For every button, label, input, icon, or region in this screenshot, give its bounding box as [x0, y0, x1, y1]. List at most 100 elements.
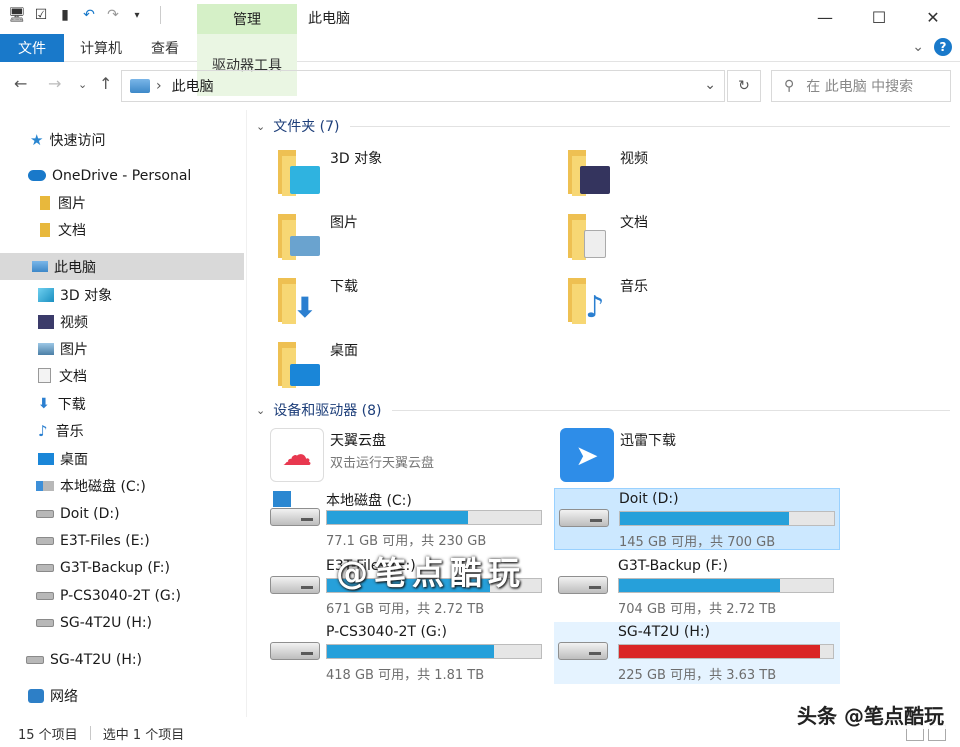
app-xunlei[interactable]: ➤ 迅雷下载 [540, 426, 820, 486]
toolbar-divider [160, 6, 161, 24]
sidebar-item-label: 图片 [58, 195, 86, 212]
drive-c[interactable]: 本地磁盘 (C:) 77.1 GB 可用，共 230 GB [250, 488, 542, 550]
breadcrumb-this-pc[interactable]: 此电脑 [172, 76, 214, 96]
help-icon[interactable]: ? [934, 38, 952, 56]
sidebar-item-network[interactable]: 网络 [28, 682, 272, 709]
sidebar-item-onedrive-pictures[interactable]: 图片 [40, 189, 284, 216]
sidebar-item-label: SG-4T2U (H:) [60, 614, 153, 631]
folder-music[interactable]: ♪ 音乐 [540, 274, 810, 334]
music-icon: ♪ [38, 421, 48, 440]
collapse-chevron-icon[interactable]: ⌄ [256, 404, 265, 417]
watermark-text: @笔点酷玩 [336, 554, 527, 592]
navigation-pane: ★ 快速访问 OneDrive - Personal 图片 文档 此电脑 3D 对… [0, 110, 246, 717]
group-divider [391, 409, 950, 411]
folder-name: 下载 [330, 279, 358, 295]
customize-toolbar-icon[interactable]: ▾ [128, 6, 146, 24]
redo-icon[interactable]: ↷ [104, 6, 122, 24]
drive-usage-fill [619, 579, 780, 592]
system-drive-icon [270, 491, 320, 526]
folder-documents[interactable]: 文档 [540, 210, 810, 270]
sidebar-item-label: 快速访问 [49, 132, 106, 149]
search-icon: ⚲ [784, 78, 795, 94]
folder-icon [40, 222, 50, 237]
drive-icon [559, 509, 609, 527]
sidebar-item-label: G3T-Backup (F:) [60, 559, 170, 576]
sidebar-item-drive-f[interactable]: G3T-Backup (F:) [36, 554, 280, 581]
search-input[interactable]: ⚲ 在 此电脑 中搜索 [771, 70, 951, 102]
up-arrow-icon[interactable]: ↑ [99, 74, 112, 93]
undo-icon[interactable]: ↶ [80, 6, 98, 24]
drive-free-space: 418 GB 可用，共 1.81 TB [326, 668, 485, 683]
tab-manage[interactable]: 管理 [197, 4, 297, 34]
app-name: 迅雷下载 [620, 433, 676, 449]
collapse-chevron-icon[interactable]: ⌄ [256, 120, 265, 133]
drive-name: 本地磁盘 (C:) [326, 493, 412, 509]
drive-d[interactable]: Doit (D:) 145 GB 可用，共 700 GB [554, 488, 840, 550]
maximize-button[interactable]: ☐ [852, 0, 906, 34]
drive-g[interactable]: P-CS3040-2T (G:) 418 GB 可用，共 1.81 TB [250, 622, 542, 684]
sidebar-item-label: P-CS3040-2T (G:) [60, 587, 181, 604]
drive-usage-bar [326, 644, 542, 659]
expand-ribbon-icon[interactable]: ⌄ [912, 39, 924, 55]
sidebar-item-onedrive[interactable]: OneDrive - Personal [28, 162, 272, 189]
sidebar-item-drive-h[interactable]: SG-4T2U (H:) [36, 609, 280, 636]
drive-f[interactable]: G3T-Backup (F:) 704 GB 可用，共 2.72 TB [554, 556, 840, 618]
sidebar-item-this-pc[interactable]: 此电脑 [0, 253, 244, 280]
sidebar-item-label: 文档 [58, 222, 86, 239]
drive-icon [558, 576, 608, 594]
address-dropdown-icon[interactable]: ⌄ [704, 77, 716, 93]
folder-3d-objects[interactable]: 3D 对象 [250, 146, 520, 206]
pictures-icon [278, 214, 322, 260]
breadcrumb-chevron-icon[interactable]: › [156, 78, 162, 94]
computer-icon[interactable]: 🖥 [8, 6, 26, 24]
drive-h[interactable]: SG-4T2U (H:) 225 GB 可用，共 3.63 TB [554, 622, 840, 684]
sidebar-item-label: Doit (D:) [60, 505, 120, 522]
group-header-devices[interactable]: ⌄ 设备和驱动器 (8) [256, 400, 950, 420]
status-divider [89, 726, 91, 740]
group-header-folders[interactable]: ⌄ 文件夹 (7) [256, 116, 950, 136]
tab-file[interactable]: 文件 [0, 34, 64, 62]
refresh-button[interactable]: ↻ [727, 70, 761, 102]
sidebar-item-label: 下载 [57, 396, 86, 413]
tab-view[interactable]: 查看 [140, 34, 190, 62]
group-title: 设备和驱动器 (8) [273, 403, 382, 419]
folder-name: 桌面 [330, 343, 358, 359]
sidebar-item-label: 图片 [60, 341, 88, 358]
drive-name: Doit (D:) [619, 491, 679, 507]
sidebar-item-label: 此电脑 [54, 259, 96, 276]
sidebar-item-drive-e[interactable]: E3T-Files (E:) [36, 527, 280, 554]
folder-pictures[interactable]: 图片 [250, 210, 520, 270]
back-arrow-icon[interactable]: ← [14, 74, 27, 93]
properties-icon[interactable]: ☑ [32, 6, 50, 24]
sidebar-item-drive-c[interactable]: 本地磁盘 (C:) [36, 472, 280, 499]
sidebar-item-external-drive-h[interactable]: SG-4T2U (H:) [26, 646, 270, 673]
sidebar-item-onedrive-documents[interactable]: 文档 [40, 216, 284, 243]
recent-locations-icon[interactable]: ⌄ [78, 78, 87, 91]
pane-divider[interactable] [246, 110, 247, 717]
close-button[interactable]: ✕ [906, 0, 960, 34]
address-bar[interactable]: › 此电脑 ⌄ [121, 70, 725, 102]
drive-usage-fill [620, 512, 790, 525]
sidebar-item-label: OneDrive - Personal [52, 167, 192, 184]
sidebar-item-drive-d[interactable]: Doit (D:) [36, 500, 280, 527]
sidebar-item-label: 本地磁盘 (C:) [60, 478, 146, 495]
folder-downloads[interactable]: ⬇ 下载 [250, 274, 520, 334]
folder-icon [40, 195, 50, 210]
new-folder-icon[interactable]: ▮ [56, 6, 74, 24]
sidebar-item-drive-g[interactable]: P-CS3040-2T (G:) [36, 582, 280, 609]
tianyi-cloud-icon: ☁ [270, 428, 324, 482]
minimize-button[interactable]: — [798, 0, 852, 34]
drive-icon [558, 642, 608, 660]
drive-usage-bar [326, 510, 542, 525]
folder-videos[interactable]: 视频 [540, 146, 810, 206]
sidebar-item-quick-access[interactable]: ★ 快速访问 [30, 126, 274, 153]
drive-icon [36, 591, 54, 600]
window-title: 此电脑 [308, 11, 350, 27]
sidebar-item-label: SG-4T2U (H:) [50, 651, 143, 668]
drive-usage-fill [619, 645, 821, 658]
drive-free-space: 225 GB 可用，共 3.63 TB [618, 668, 777, 683]
forward-arrow-icon[interactable]: → [48, 74, 61, 93]
app-tianyi-cloud[interactable]: ☁ 天翼云盘 双击运行天翼云盘 [250, 426, 530, 486]
tab-computer[interactable]: 计算机 [72, 34, 130, 62]
folder-desktop[interactable]: 桌面 [250, 338, 520, 398]
